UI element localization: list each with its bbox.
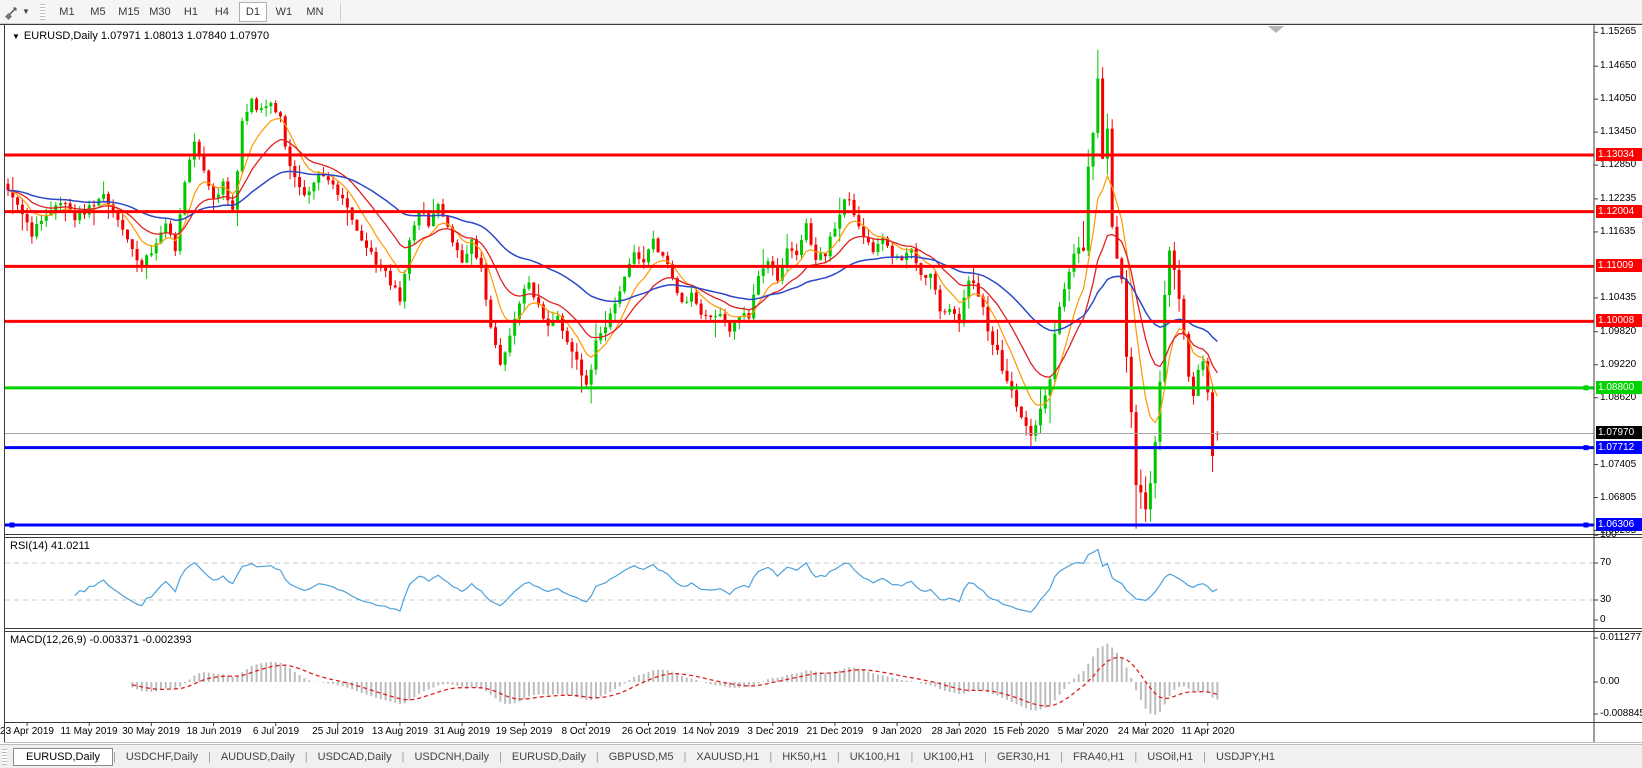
date-tick-label: 18 Jun 2019 (186, 726, 241, 737)
price-axis-tick: 1.13450 (1600, 126, 1642, 137)
ma-slow-blue-line (8, 171, 1217, 341)
symbol-tab-7[interactable]: XAUUSD,H1 (686, 749, 769, 765)
dropdown-caret-icon[interactable]: ▼ (22, 7, 30, 16)
date-tick-label: 14 Nov 2019 (683, 726, 740, 737)
symbol-tab-12[interactable]: FRA40,H1 (1063, 749, 1134, 765)
date-tick-label: 6 Jul 2019 (253, 726, 299, 737)
rsi-axis-tick: 30 (1600, 594, 1642, 605)
symbol-tab-6[interactable]: GBPUSD,M5 (599, 749, 684, 765)
price-axis-tick: 1.15265 (1600, 26, 1642, 37)
timeframe-button-m15[interactable]: M15 (115, 2, 143, 22)
price-axis-tick: 1.09220 (1600, 359, 1642, 370)
macd-axis-tick: 0.011277 (1600, 632, 1642, 643)
timeframe-buttons: M1M5M15M30H1H4D1W1MN (53, 2, 332, 22)
tabbar-grip[interactable] (2, 749, 7, 765)
symbol-tab-1[interactable]: USDCHF,Daily (116, 749, 208, 765)
rsi-panel-label: RSI(14) 41.0211 (10, 540, 90, 552)
date-tick-label: 3 Dec 2019 (747, 726, 798, 737)
level-handle-support-green-right[interactable] (1584, 385, 1589, 390)
symbol-tab-0[interactable]: EURUSD,Daily (13, 748, 113, 766)
macd-axis-tick: -0.008845 (1600, 708, 1642, 719)
chart-shift-marker-icon (1268, 26, 1284, 33)
symbol-tab-bar: EURUSD,Daily|USDCHF,Daily|AUDUSD,Daily|U… (0, 744, 1642, 768)
date-tick-label: 15 Feb 2020 (993, 726, 1049, 737)
level-handle-support-blue-2-left[interactable] (10, 522, 15, 527)
timeframe-button-m30[interactable]: M30 (146, 2, 174, 22)
timeframe-button-w1[interactable]: W1 (270, 2, 298, 22)
date-tick-label: 24 Mar 2020 (1118, 726, 1174, 737)
date-tick-label: 21 Dec 2019 (807, 726, 864, 737)
symbol-tab-10[interactable]: UK100,H1 (913, 749, 984, 765)
level-handle-support-blue-1-right[interactable] (1584, 445, 1589, 450)
date-tick-label: 5 Mar 2020 (1058, 726, 1109, 737)
price-axis-tick: 1.14050 (1600, 93, 1642, 104)
price-label-support-blue-2: 1.06306 (1596, 518, 1642, 531)
timeframe-button-h4[interactable]: H4 (208, 2, 236, 22)
date-tick-label: 9 Jan 2020 (872, 726, 922, 737)
date-tick-label: 30 May 2019 (122, 726, 180, 737)
timeframe-button-m1[interactable]: M1 (53, 2, 81, 22)
macd-signal-line (132, 658, 1217, 707)
ma-fast-orange-line (8, 118, 1217, 422)
symbol-tab-5[interactable]: EURUSD,Daily (502, 749, 596, 765)
timeframe-toolbar: ▼ M1M5M15M30H1H4D1W1MN (0, 0, 1642, 24)
price-axis-tick: 1.09820 (1600, 326, 1642, 337)
symbol-tab-14[interactable]: USDJPY,H1 (1206, 749, 1285, 765)
timeframe-button-mn[interactable]: MN (301, 2, 329, 22)
ma-mid-red-line (8, 140, 1217, 378)
trading-terminal: ▼ M1M5M15M30H1H4D1W1MN ▼ EURUSD,Daily 1.0… (0, 0, 1642, 768)
price-label-support-blue-1: 1.07712 (1596, 441, 1642, 454)
price-label-resistance-3: 1.11009 (1596, 259, 1642, 272)
symbol-caret-icon[interactable]: ▼ (12, 32, 20, 41)
price-axis-tick: 1.10435 (1600, 292, 1642, 303)
price-axis-tick: 1.11635 (1600, 226, 1642, 237)
symbol-tab-2[interactable]: AUDUSD,Daily (211, 749, 305, 765)
symbol-tab-11[interactable]: GER30,H1 (987, 749, 1060, 765)
price-axis-tick: 1.12235 (1600, 193, 1642, 204)
timeframe-button-m5[interactable]: M5 (84, 2, 112, 22)
macd-axis-tick: 0.00 (1600, 676, 1642, 687)
rsi-axis-tick: 70 (1600, 557, 1642, 568)
price-label-current-price: 1.07970 (1596, 426, 1642, 439)
price-axis-tick: 1.06805 (1600, 492, 1642, 503)
toolbar-grip[interactable] (40, 4, 45, 20)
chart-title: ▼ EURUSD,Daily 1.07971 1.08013 1.07840 1.… (12, 30, 269, 42)
symbol-tab-3[interactable]: USDCAD,Daily (308, 749, 402, 765)
price-label-support-green: 1.08800 (1596, 381, 1642, 394)
price-axis-tick: 1.07405 (1600, 459, 1642, 470)
symbol-tab-8[interactable]: HK50,H1 (772, 749, 837, 765)
timeframe-button-h1[interactable]: H1 (177, 2, 205, 22)
macd-panel-label: MACD(12,26,9) -0.003371 -0.002393 (10, 634, 192, 646)
level-handle-support-blue-2-right[interactable] (1584, 522, 1589, 527)
macd-histogram (132, 644, 1217, 715)
symbol-tab-4[interactable]: USDCNH,Daily (404, 749, 499, 765)
symbol-tab-13[interactable]: USOil,H1 (1137, 749, 1203, 765)
rsi-axis-tick: 0 (1600, 614, 1642, 625)
toolbar-separator (340, 3, 341, 21)
chart-title-text: EURUSD,Daily 1.07971 1.08013 1.07840 1.0… (24, 30, 269, 42)
price-label-resistance-4: 1.10008 (1596, 314, 1642, 327)
date-tick-label: 19 Sep 2019 (496, 726, 553, 737)
date-tick-label: 11 May 2019 (60, 726, 117, 737)
date-tick-label: 25 Jul 2019 (312, 726, 364, 737)
rsi-line (75, 549, 1217, 612)
date-tick-label: 13 Aug 2019 (372, 726, 428, 737)
candles-layer (7, 50, 1219, 529)
date-tick-label: 28 Jan 2020 (931, 726, 986, 737)
timeframe-button-d1[interactable]: D1 (239, 2, 267, 22)
crosshair-icon[interactable] (3, 3, 21, 21)
chart-plot (0, 0, 1642, 768)
price-label-resistance-1: 1.13034 (1596, 148, 1642, 161)
date-tick-label: 11 Apr 2020 (1181, 726, 1234, 737)
date-tick-label: 31 Aug 2019 (434, 726, 490, 737)
price-axis-tick: 1.14650 (1600, 60, 1642, 71)
price-label-resistance-2: 1.12004 (1596, 205, 1642, 218)
symbol-tab-9[interactable]: UK100,H1 (840, 749, 911, 765)
date-tick-label: 23 Apr 2019 (0, 726, 54, 737)
date-tick-label: 8 Oct 2019 (562, 726, 611, 737)
date-tick-label: 26 Oct 2019 (622, 726, 676, 737)
